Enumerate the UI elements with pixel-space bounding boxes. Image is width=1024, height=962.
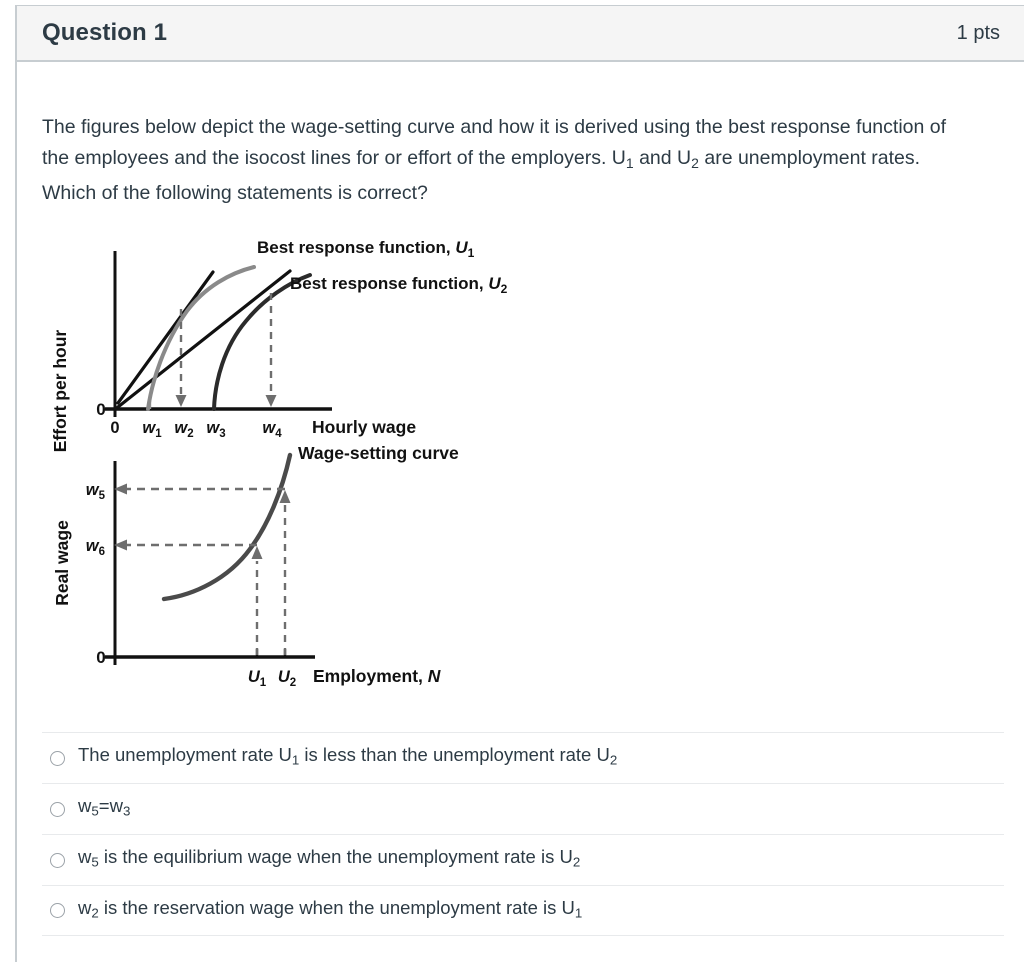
answer-c-sub-a: 5 [91, 854, 99, 870]
chart1-xtick-w4: w4 [262, 419, 282, 440]
answer-a-sub-b: 2 [609, 752, 618, 768]
answer-option-d[interactable]: w2 is the reservation wage when the unem… [42, 885, 1004, 936]
chart1-xlabel: Hourly wage [312, 417, 416, 437]
answer-label-b: w5=w3 [78, 794, 130, 824]
chart2-legend-wage-setting-curve: Wage-setting curve [298, 443, 459, 463]
answer-options-list: The unemployment rate U 1 is less than th… [42, 732, 1004, 936]
answer-label-d: w2 is the reservation wage when the unem… [78, 896, 582, 926]
radio-button-icon-a[interactable] [50, 750, 65, 766]
chart2-wage-setting-curve [161, 453, 293, 602]
answer-c-sub-b: 2 [572, 854, 581, 870]
chart2-dashed-arrow-w5-left [114, 483, 285, 495]
chart1-ylabel: Effort per hour [50, 330, 70, 453]
chart2-dashed-arrow-w6-left [114, 539, 257, 551]
question-text-part2: and U [633, 146, 692, 169]
question-points: 1 pts [956, 21, 1000, 44]
question-prompt: The figures below depict the wage-settin… [42, 112, 952, 210]
radio-button-icon-c[interactable] [50, 852, 65, 868]
answer-b-sub-b: 3 [122, 803, 131, 819]
chart2-ytick-w6: w6 [86, 537, 105, 558]
answer-d-pre: w [78, 896, 92, 918]
chart2-dashed-arrow-u1-up [251, 546, 263, 656]
chart-wage-setting-curve: Real wage 0 w5 w6 U1 U2 Employment, N Wa… [52, 443, 459, 689]
chart1-origin-label-y: 0 [96, 400, 105, 419]
chart1-dashed-arrow-w4 [265, 293, 277, 408]
answer-label-c: w5 is the equilibrium wage when the unem… [78, 845, 580, 875]
answer-option-a[interactable]: The unemployment rate U1 is less than th… [42, 732, 1004, 783]
chart2-xtick-u1: U1 [248, 668, 267, 689]
question-card: Question 1 1 pts The figures below depic… [15, 5, 1024, 962]
chart2-dashed-arrow-u2-up [279, 490, 291, 656]
answer-a-mid: is less than the unemployment rate U [299, 744, 610, 766]
answer-b-pre: w [78, 795, 92, 817]
answer-label-a: The unemployment rate U1 is less than th… [78, 743, 617, 773]
chart-best-response-functions: Effort per hour 0 0 w1 w2 w3 w4 Hourly w… [50, 238, 508, 452]
figure-wage-setting-derivation: Effort per hour 0 0 w1 w2 w3 w4 Hourly w… [42, 231, 602, 696]
chart1-xtick-0: 0 [110, 419, 119, 437]
question-sub-2: 2 [691, 154, 699, 171]
chart2-ylabel: Real wage [52, 520, 72, 606]
answer-option-b[interactable]: w5=w3 [42, 783, 1004, 834]
page-title: Question 1 [42, 19, 168, 46]
chart2-xlabel: Employment, N [313, 666, 441, 686]
answer-c-mid: is the equilibrium wage when the unemplo… [98, 846, 573, 868]
chart1-legend-u1: Best response function, U1 [257, 238, 475, 260]
answer-d-sub-a: 2 [91, 905, 99, 921]
answer-b-sub-a: 5 [91, 803, 99, 819]
answer-c-pre: w [78, 846, 92, 868]
answer-d-sub-b: 1 [574, 905, 583, 921]
chart1-xtick-w1: w1 [142, 419, 162, 440]
answer-a-pre: The unemployment rate U [78, 744, 292, 766]
chart1-xtick-w3: w3 [206, 419, 225, 440]
question-sub-1: 1 [625, 154, 634, 171]
chart1-isocost-line-1 [116, 270, 215, 406]
chart2-xtick-u2: U2 [278, 668, 296, 689]
answer-b-mid: =w [98, 795, 123, 817]
answer-option-c[interactable]: w5 is the equilibrium wage when the unem… [42, 834, 1004, 885]
chart2-ytick-w5: w5 [86, 481, 106, 502]
question-body: The figures below depict the wage-settin… [17, 62, 1024, 696]
radio-button-icon-d[interactable] [50, 903, 65, 918]
chart1-legend-u2: Best response function, U2 [290, 274, 508, 296]
chart2-origin-label: 0 [96, 648, 105, 667]
answer-d-mid: is the reservation wage when the unemplo… [98, 896, 575, 918]
question-header: Question 1 1 pts [17, 5, 1024, 62]
chart1-xtick-w2: w2 [174, 419, 193, 440]
radio-button-icon-b[interactable] [50, 801, 65, 817]
